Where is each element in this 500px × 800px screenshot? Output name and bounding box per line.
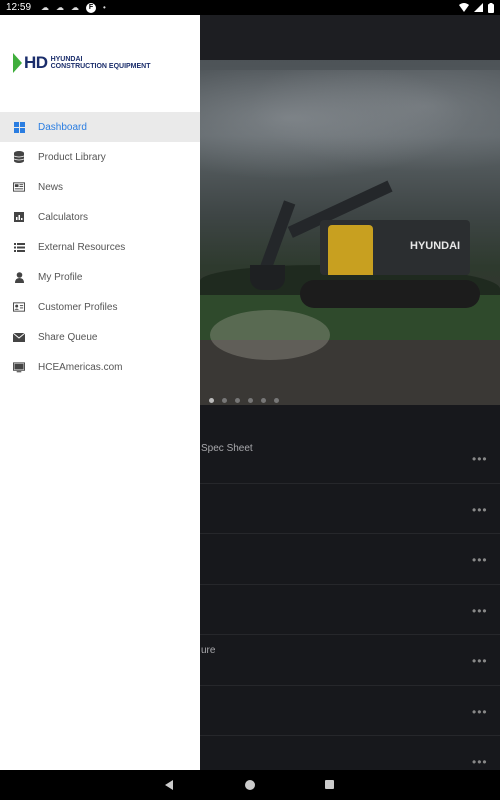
home-icon[interactable] (245, 780, 255, 790)
nav-item-my-profile[interactable]: My Profile (0, 262, 200, 292)
list-item-title: Spec Sheet (201, 443, 253, 454)
nav-item-label: External Resources (38, 241, 126, 253)
more-icon[interactable]: ••• (472, 503, 488, 517)
more-icon[interactable]: ••• (472, 604, 488, 618)
more-icon[interactable]: ••• (472, 755, 488, 769)
wifi-icon (459, 3, 469, 12)
nav-item-product-library[interactable]: Product Library (0, 142, 200, 172)
nav-item-label: Share Queue (38, 331, 98, 343)
back-icon[interactable] (165, 780, 173, 790)
hero-carousel-image[interactable]: HYUNDAI (200, 60, 500, 405)
carousel-dot[interactable] (222, 397, 227, 403)
nav-item-external-resources[interactable]: External Resources (0, 232, 200, 262)
nav-item-customer-profiles[interactable]: Customer Profiles (0, 292, 200, 322)
system-navigation-bar (0, 770, 500, 800)
drawer-menu: Dashboard Product Library News Calculato… (0, 112, 200, 382)
logo-chevron-icon (13, 53, 22, 73)
flipboard-icon: F (86, 2, 97, 13)
nav-item-label: Calculators (38, 211, 89, 223)
carousel-dot[interactable] (209, 397, 214, 403)
monitor-icon (13, 361, 25, 373)
cloud-icon: ☁ (41, 3, 50, 12)
more-icon[interactable]: ••• (472, 553, 488, 567)
nav-item-label: News (38, 181, 64, 193)
signal-icon (474, 3, 483, 12)
battery-icon (488, 2, 494, 13)
list-item-title: ure (201, 645, 216, 656)
more-icon[interactable]: ••• (472, 452, 488, 466)
logo-line-2: CONSTRUCTION EQUIPMENT (50, 63, 151, 70)
nav-item-dashboard[interactable]: Dashboard (0, 112, 200, 142)
more-icon[interactable]: ••• (472, 705, 488, 719)
logo-line-1: HYUNDAI (50, 56, 83, 63)
recent-apps-icon[interactable] (325, 780, 334, 789)
logo-mark: HD (24, 53, 48, 72)
navigation-drawer: HD HYUNDAI CONSTRUCTION EQUIPMENT Dashbo… (0, 15, 200, 770)
carousel-dot[interactable] (261, 397, 266, 403)
status-time: 12:59 (6, 2, 32, 13)
logo-wordmark: HYUNDAI CONSTRUCTION EQUIPMENT (51, 56, 151, 70)
cloud-icon: ☁ (71, 3, 80, 12)
nav-item-label: HCEAmericas.com (38, 361, 123, 373)
excavator-brand-text: HYUNDAI (410, 240, 461, 252)
dashboard-icon (13, 121, 25, 133)
newspaper-icon (13, 181, 25, 193)
nav-item-hceamericas[interactable]: HCEAmericas.com (0, 352, 200, 382)
user-icon (13, 271, 25, 283)
notification-icons: ☁ ☁ ☁ F • (41, 2, 106, 13)
hero-dust (210, 310, 330, 360)
cloud-icon: ☁ (56, 3, 65, 12)
bar-chart-icon (13, 211, 25, 223)
nav-item-label: Product Library (38, 151, 106, 163)
excavator-bucket (250, 265, 285, 290)
hero-sky (200, 70, 500, 190)
database-icon (13, 151, 25, 163)
nav-item-share-queue[interactable]: Share Queue (0, 322, 200, 352)
nav-item-label: Dashboard (38, 121, 87, 133)
carousel-dot[interactable] (235, 397, 240, 403)
hyundai-logo: HD HYUNDAI CONSTRUCTION EQUIPMENT (13, 53, 151, 73)
more-icon[interactable]: ••• (472, 654, 488, 668)
carousel-dots (200, 390, 500, 410)
excavator-cab (328, 225, 373, 275)
nav-item-label: Customer Profiles (38, 301, 118, 313)
nav-item-calculators[interactable]: Calculators (0, 202, 200, 232)
list-icon (13, 241, 25, 253)
status-bar: 12:59 ☁ ☁ ☁ F • (0, 0, 500, 15)
envelope-icon (13, 331, 25, 343)
status-right-icons (459, 2, 494, 13)
excavator-track (300, 280, 480, 308)
nav-item-label: My Profile (38, 271, 83, 283)
id-card-icon (13, 301, 25, 313)
carousel-dot[interactable] (248, 397, 253, 403)
nav-item-news[interactable]: News (0, 172, 200, 202)
carousel-dot[interactable] (274, 397, 279, 403)
dot-icon: • (103, 3, 106, 12)
